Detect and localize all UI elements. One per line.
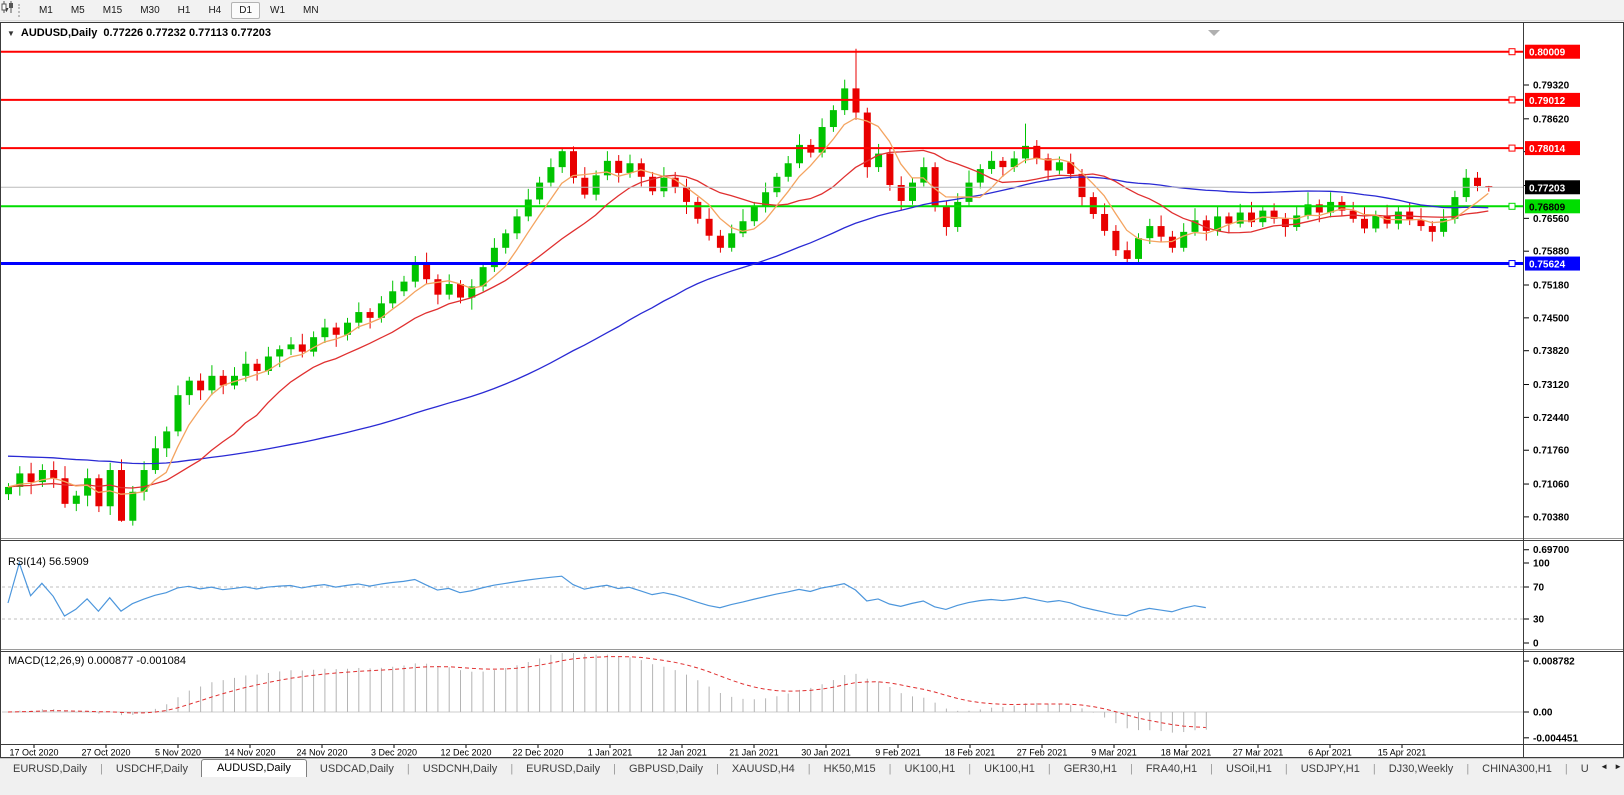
chart-header: ▼ AUDUSD,Daily 0.77226 0.77232 0.77113 0… [7, 27, 271, 39]
svg-text:0.78014: 0.78014 [1529, 144, 1566, 155]
tab-china300-h1[interactable]: CHINA300,H1 [1469, 761, 1565, 778]
line-handle[interactable] [1509, 261, 1515, 267]
tab-gbpusd-daily[interactable]: GBPUSD,Daily [616, 761, 716, 778]
svg-text:21 Jan 2021: 21 Jan 2021 [729, 748, 779, 758]
svg-text:0.008782: 0.008782 [1533, 657, 1575, 668]
price-badge-0.80009: 0.80009 [1525, 45, 1580, 59]
tab-uk100-h1[interactable]: UK100,H1 [971, 761, 1048, 778]
chart-shift-marker[interactable] [1208, 30, 1220, 36]
candles [5, 49, 1492, 526]
tab-xauusd-h4[interactable]: XAUUSD,H4 [719, 761, 808, 778]
svg-text:0.75880: 0.75880 [1533, 247, 1570, 258]
rsi-pane [2, 563, 1524, 619]
tab-audusd-daily[interactable]: AUDUSD,Daily [201, 759, 307, 778]
svg-text:0.75180: 0.75180 [1533, 281, 1570, 292]
macd-indicator-label: MACD(12,26,9) 0.000877 -0.001084 [8, 655, 186, 667]
svg-text:0.70380: 0.70380 [1533, 512, 1570, 523]
svg-text:0.71060: 0.71060 [1533, 480, 1570, 491]
svg-text:0.71760: 0.71760 [1533, 446, 1570, 457]
svg-text:17 Oct 2020: 17 Oct 2020 [9, 748, 58, 758]
svg-text:0.76560: 0.76560 [1533, 214, 1570, 225]
chart-canvas[interactable]: 0.793200.786200.779400.772400.765600.758… [0, 0, 1624, 795]
svg-text:27 Oct 2020: 27 Oct 2020 [81, 748, 130, 758]
svg-text:-0.004451: -0.004451 [1533, 733, 1578, 744]
chart-quotes-label: 0.77226 0.77232 0.77113 0.77203 [103, 27, 271, 39]
svg-text:70: 70 [1533, 583, 1545, 594]
svg-text:0: 0 [1533, 639, 1539, 650]
svg-text:9 Mar 2021: 9 Mar 2021 [1091, 748, 1137, 758]
bottom-strip [0, 777, 1624, 795]
svg-text:22 Dec 2020: 22 Dec 2020 [512, 748, 563, 758]
line-handle[interactable] [1509, 145, 1515, 151]
rsi-line [8, 563, 1206, 616]
svg-text:3 Dec 2020: 3 Dec 2020 [371, 748, 417, 758]
chart-symbol-label: AUDUSD,Daily [21, 27, 97, 39]
svg-text:1 Jan 2021: 1 Jan 2021 [588, 748, 633, 758]
svg-text:0.73120: 0.73120 [1533, 380, 1570, 391]
svg-text:0.74500: 0.74500 [1533, 313, 1570, 324]
tab-dj30-weekly[interactable]: DJ30,Weekly [1376, 761, 1467, 778]
svg-text:30 Jan 2021: 30 Jan 2021 [801, 748, 851, 758]
svg-text:24 Nov 2020: 24 Nov 2020 [296, 748, 347, 758]
price-badge-0.79012: 0.79012 [1525, 93, 1580, 107]
chevron-down-icon[interactable]: ▼ [7, 29, 15, 38]
tab-eurusd-daily[interactable]: EURUSD,Daily [0, 761, 100, 778]
svg-text:30: 30 [1533, 615, 1545, 626]
svg-text:9 Feb 2021: 9 Feb 2021 [875, 748, 921, 758]
svg-text:0.80009: 0.80009 [1529, 48, 1566, 59]
price-badge-0.78014: 0.78014 [1525, 141, 1580, 155]
ma-line-mid [8, 150, 1488, 488]
svg-text:0.72440: 0.72440 [1533, 413, 1570, 424]
tab-usoil-h1[interactable]: USOil,H1 [1213, 761, 1285, 778]
chart-tab-bar: EURUSD,Daily|USDCHF,DailyAUDUSD,DailyUSD… [0, 758, 1624, 778]
macd-pane [2, 651, 1524, 733]
tab-hk50-m15[interactable]: HK50,M15 [811, 761, 889, 778]
svg-text:0.75624: 0.75624 [1529, 260, 1566, 271]
macd-histogram [9, 651, 1207, 733]
svg-text:27 Feb 2021: 27 Feb 2021 [1017, 748, 1068, 758]
svg-text:5 Nov 2020: 5 Nov 2020 [155, 748, 201, 758]
price-badge-0.75624: 0.75624 [1525, 257, 1580, 271]
svg-text:27 Mar 2021: 27 Mar 2021 [1233, 748, 1284, 758]
line-handle[interactable] [1509, 97, 1515, 103]
date-axis: 17 Oct 2020 27 Oct 2020 5 Nov 2020 14 Nov 2… [9, 745, 1426, 758]
macd-axis: 0.008782 0.00 -0.004451 [1524, 657, 1578, 745]
svg-text:14 Nov 2020: 14 Nov 2020 [224, 748, 275, 758]
chart-window-border [1, 23, 1624, 758]
tab-uk100-h1[interactable]: UK100,H1 [892, 761, 969, 778]
svg-text:12 Dec 2020: 12 Dec 2020 [440, 748, 491, 758]
rsi-axis: 100 70 30 0 [1524, 559, 1550, 650]
tab-usdcad-daily[interactable]: USDCAD,Daily [307, 761, 407, 778]
svg-text:18 Mar 2021: 18 Mar 2021 [1161, 748, 1212, 758]
tab-eurusd-daily[interactable]: EURUSD,Daily [513, 761, 613, 778]
svg-text:0.77203: 0.77203 [1529, 183, 1566, 194]
price-badge-0.76809: 0.76809 [1525, 199, 1580, 213]
svg-text:0.79320: 0.79320 [1533, 81, 1570, 92]
tab-scroll-controls: ◄ ► [1596, 762, 1622, 771]
svg-text:0.79012: 0.79012 [1529, 96, 1566, 107]
svg-text:0.76809: 0.76809 [1529, 202, 1566, 213]
svg-text:100: 100 [1533, 559, 1550, 570]
svg-text:15 Apr 2021: 15 Apr 2021 [1378, 748, 1427, 758]
line-handle[interactable] [1509, 49, 1515, 55]
tab-fra40-h1[interactable]: FRA40,H1 [1133, 761, 1210, 778]
tab-ger30-h1[interactable]: GER30,H1 [1051, 761, 1130, 778]
line-handle[interactable] [1509, 203, 1515, 209]
svg-text:18 Feb 2021: 18 Feb 2021 [945, 748, 996, 758]
tab-scroll-left-icon[interactable]: ◄ [1600, 762, 1608, 771]
tab-scroll-right-icon[interactable]: ► [1614, 762, 1622, 771]
svg-text:6 Apr 2021: 6 Apr 2021 [1308, 748, 1352, 758]
tab-usdjpy-h1[interactable]: USDJPY,H1 [1288, 761, 1373, 778]
svg-text:12 Jan 2021: 12 Jan 2021 [657, 748, 707, 758]
svg-text:0.69700: 0.69700 [1533, 545, 1570, 556]
ma-line-fast [8, 118, 1488, 494]
tab-usdcnh-daily[interactable]: USDCNH,Daily [410, 761, 511, 778]
svg-text:0.78620: 0.78620 [1533, 114, 1570, 125]
tab-usdchf-daily[interactable]: USDCHF,Daily [103, 761, 201, 778]
svg-text:0.00: 0.00 [1533, 708, 1553, 719]
price-badge-0.77203: 0.77203 [1525, 180, 1580, 194]
rsi-indicator-label: RSI(14) 56.5909 [8, 556, 89, 568]
svg-text:0.73820: 0.73820 [1533, 346, 1570, 357]
